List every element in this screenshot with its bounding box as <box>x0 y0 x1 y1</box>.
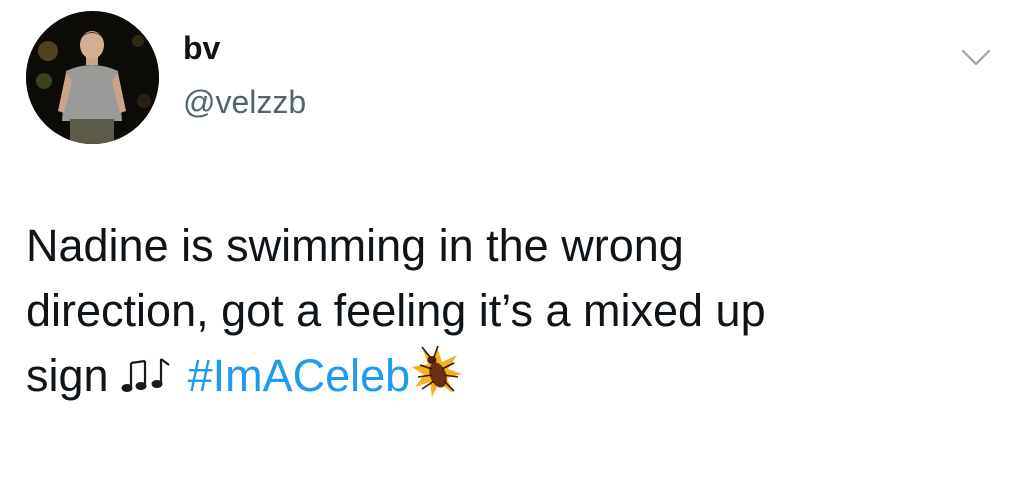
tweet-text-line-3: sign #ImACeleb <box>26 343 1006 416</box>
author-display-name[interactable]: bv <box>183 28 220 68</box>
chevron-down-icon <box>961 49 991 66</box>
avatar[interactable] <box>26 11 159 144</box>
tweet-text-line-2: direction, got a feeling it’s a mixed up <box>26 285 766 336</box>
hashtag-link[interactable]: #ImACeleb <box>188 350 411 401</box>
musical-notes-icon <box>121 351 175 416</box>
tweet-menu-button[interactable] <box>958 44 994 72</box>
profile-photo-icon <box>26 11 159 144</box>
cockroach-icon <box>410 345 464 416</box>
author-handle[interactable]: @velzzb <box>183 82 306 122</box>
tweet-text-line-1: Nadine is swimming in the wrong <box>26 220 684 271</box>
tweet-text: Nadine is swimming in the wrong directio… <box>26 213 1006 416</box>
tweet-text-word-sign: sign <box>26 350 109 401</box>
